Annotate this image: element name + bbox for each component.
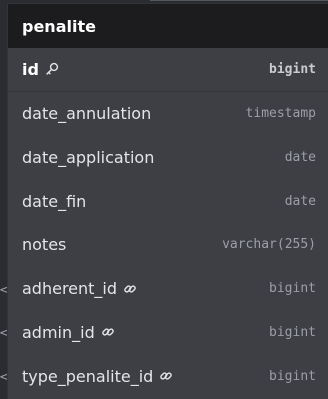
column-type: bigint <box>269 324 316 340</box>
column-name: date_fin <box>22 191 87 211</box>
column-row-id[interactable]: id bigint <box>8 48 328 92</box>
column-type: bigint <box>269 281 316 297</box>
column-row-date-fin[interactable]: date_fin date <box>8 179 328 223</box>
column-row-date-application[interactable]: date_application date <box>8 136 328 180</box>
column-type: date <box>284 149 316 165</box>
table-title: penalite <box>22 16 96 36</box>
column-type: varchar(255) <box>222 237 316 253</box>
column-row-adherent-id[interactable]: adherent_id bigint <box>8 267 328 311</box>
link-icon <box>123 282 137 296</box>
column-row-date-annulation[interactable]: date_annulation timestamp <box>8 92 328 136</box>
column-type: date <box>284 193 316 209</box>
table-card-penalite[interactable]: penalite id bigint date_annulation times… <box>8 4 328 399</box>
column-name: notes <box>22 235 67 255</box>
column-name: date_annulation <box>22 104 152 124</box>
column-name: adherent_id <box>22 279 118 299</box>
column-row-notes[interactable]: notes varchar(255) <box>8 223 328 267</box>
column-row-admin-id[interactable]: admin_id bigint <box>8 311 328 355</box>
column-row-type-penalite-id[interactable]: type_penalite_id bigint <box>8 354 328 398</box>
table-header[interactable]: penalite <box>8 4 328 48</box>
canvas-edge: < < < <box>0 0 10 399</box>
column-name: type_penalite_id <box>22 366 154 386</box>
canvas-edge-line <box>150 0 328 1</box>
column-name: admin_id <box>22 322 95 342</box>
column-type: bigint <box>269 61 316 77</box>
column-type: timestamp <box>245 106 316 122</box>
column-type: bigint <box>269 368 316 384</box>
link-icon <box>159 369 173 383</box>
column-name: id <box>22 59 39 79</box>
column-name: date_application <box>22 147 155 167</box>
key-icon <box>45 62 59 76</box>
link-icon <box>101 325 115 339</box>
